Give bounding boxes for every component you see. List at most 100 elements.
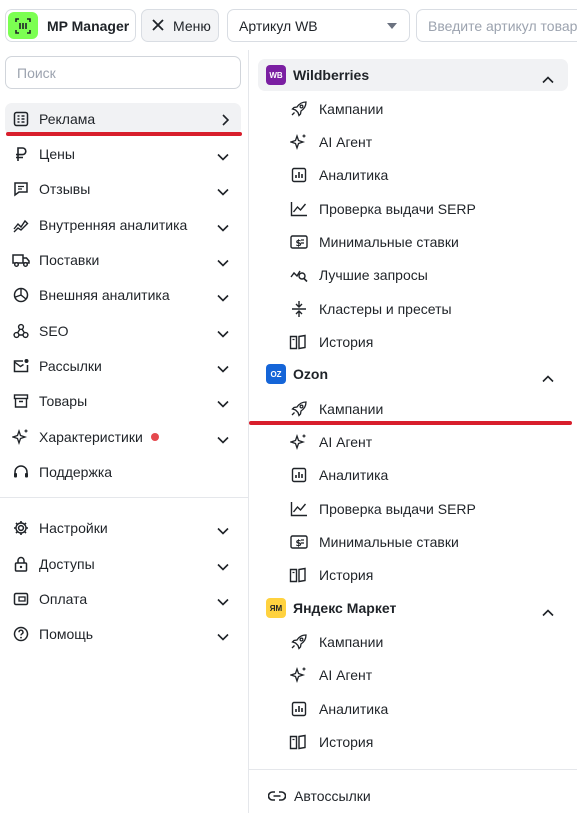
submenu-item-ozon-ai-agent[interactable]: AI Агент bbox=[289, 427, 559, 457]
submenu-item-wb-ai-agent[interactable]: AI Агент bbox=[289, 127, 559, 157]
submenu-item-wb-serp[interactable]: Проверка выдачи SERP bbox=[289, 194, 559, 224]
chevron-down-icon bbox=[217, 628, 229, 644]
line-chart-icon bbox=[289, 499, 309, 519]
submenu-item-label: Аналитика bbox=[319, 467, 389, 483]
sidebar-divider bbox=[0, 497, 248, 498]
split-icon bbox=[289, 299, 309, 319]
group-title: Wildberries bbox=[293, 67, 370, 83]
barcode-logo-icon bbox=[8, 12, 38, 39]
sidebar-item-label: Доступы bbox=[39, 556, 95, 572]
chevron-down-icon bbox=[217, 254, 229, 270]
panel-divider-bottom bbox=[249, 769, 577, 770]
search-trend-icon bbox=[289, 265, 309, 285]
headset-icon bbox=[12, 463, 30, 481]
submenu-item-ozon-history[interactable]: История bbox=[289, 560, 559, 590]
money-icon: $ bbox=[289, 532, 309, 552]
sidebar-item-label: SEO bbox=[39, 323, 69, 339]
sparkle-icon bbox=[289, 132, 309, 152]
help-icon bbox=[12, 625, 30, 643]
chevron-down-icon bbox=[217, 558, 229, 574]
sidebar-item-payment[interactable]: Оплата bbox=[5, 583, 241, 615]
group-title: Ozon bbox=[293, 366, 328, 382]
sidebar-item-label: Поддержка bbox=[39, 464, 113, 480]
autolinks-label: Автоссылки bbox=[294, 788, 371, 804]
submenu-item-ym-history[interactable]: История bbox=[289, 727, 559, 757]
active-item-underline bbox=[6, 132, 242, 136]
link-icon bbox=[268, 790, 286, 802]
submenu-item-label: Кампании bbox=[319, 634, 384, 650]
sidebar-item-products[interactable]: Товары bbox=[5, 385, 241, 417]
sidebar-item-internal-analytics[interactable]: Внутренняя аналитика bbox=[5, 209, 241, 241]
submenu-item-wb-min-bids[interactable]: $ Минимальные ставки bbox=[289, 227, 559, 257]
sidebar-item-characteristics[interactable]: Характеристики bbox=[5, 421, 241, 453]
sidebar-item-deliveries[interactable]: Поставки bbox=[5, 244, 241, 276]
submenu-item-wb-clusters[interactable]: Кластеры и пресеты bbox=[289, 294, 559, 324]
submenu-item-label: Проверка выдачи SERP bbox=[319, 201, 476, 217]
webhook-icon bbox=[12, 322, 30, 340]
sidebar-item-mailings[interactable]: Рассылки bbox=[5, 350, 241, 382]
submenu-item-wb-campaigns[interactable]: Кампании bbox=[289, 94, 559, 124]
submenu-item-wb-best-queries[interactable]: Лучшие запросы bbox=[289, 260, 559, 290]
submenu-item-label: Аналитика bbox=[319, 167, 389, 183]
chevron-down-icon bbox=[217, 395, 229, 411]
chevron-right-icon bbox=[221, 113, 230, 129]
archive-icon bbox=[12, 392, 30, 410]
sidebar-item-prices[interactable]: Цены bbox=[5, 138, 241, 170]
article-input[interactable] bbox=[416, 9, 577, 42]
trend-icon bbox=[12, 216, 30, 234]
brand-button[interactable]: MP Manager bbox=[5, 9, 136, 42]
submenu-item-ym-ai-agent[interactable]: AI Агент bbox=[289, 660, 559, 690]
yandex-market-logo-icon: ЯМ bbox=[266, 598, 286, 618]
sidebar-item-access[interactable]: Доступы bbox=[5, 548, 241, 580]
group-header-wildberries[interactable]: WB Wildberries bbox=[258, 59, 568, 91]
chevron-down-icon bbox=[217, 289, 229, 305]
group-header-yandex-market[interactable]: ЯМ Яндекс Маркет bbox=[258, 592, 568, 624]
chevron-down-icon bbox=[217, 431, 229, 447]
menu-close-button[interactable]: Меню bbox=[141, 9, 219, 42]
submenu-item-label: AI Агент bbox=[319, 667, 373, 683]
svg-text:$: $ bbox=[296, 239, 302, 249]
submenu-item-ozon-serp[interactable]: Проверка выдачи SERP bbox=[289, 494, 559, 524]
top-bar: MP Manager Меню Артикул WB bbox=[0, 0, 577, 50]
submenu-item-ym-campaigns[interactable]: Кампании bbox=[289, 627, 559, 657]
sidebar-item-help[interactable]: Помощь bbox=[5, 618, 241, 650]
sidebar-item-external-analytics[interactable]: Внешняя аналитика bbox=[5, 279, 241, 311]
sidebar-item-reviews[interactable]: Отзывы bbox=[5, 173, 241, 205]
bar-chart-icon bbox=[289, 165, 309, 185]
chevron-down-icon bbox=[217, 593, 229, 609]
highlight-underline bbox=[249, 421, 572, 425]
book-icon bbox=[289, 332, 309, 352]
mail-icon bbox=[12, 357, 30, 375]
group-title: Яндекс Маркет bbox=[293, 600, 397, 616]
sidebar-item-label: Реклама bbox=[39, 111, 96, 127]
sidebar-item-seo[interactable]: SEO bbox=[5, 315, 241, 347]
sidebar-item-ads[interactable]: Реклама bbox=[5, 103, 241, 135]
submenu-item-label: Минимальные ставки bbox=[319, 234, 459, 250]
submenu-item-wb-analytics[interactable]: Аналитика bbox=[289, 160, 559, 190]
submenu-item-wb-history[interactable]: История bbox=[289, 327, 559, 357]
submenu-item-ozon-min-bids[interactable]: $ Минимальные ставки bbox=[289, 527, 559, 557]
sidebar-item-settings[interactable]: Настройки bbox=[5, 512, 241, 544]
sidebar-item-support[interactable]: Поддержка bbox=[5, 456, 241, 488]
chevron-down-icon bbox=[217, 219, 229, 235]
rocket-icon bbox=[289, 632, 309, 652]
book-icon bbox=[289, 565, 309, 585]
sidebar-item-label: Характеристики bbox=[39, 429, 143, 445]
chevron-down-icon bbox=[217, 360, 229, 376]
search-input[interactable] bbox=[5, 56, 241, 89]
marketplace-select[interactable]: Артикул WB bbox=[227, 9, 410, 42]
submenu-item-ym-analytics[interactable]: Аналитика bbox=[289, 694, 559, 724]
bar-chart-icon bbox=[289, 465, 309, 485]
submenu-item-ozon-campaigns[interactable]: Кампании bbox=[289, 394, 559, 424]
sparkle-icon bbox=[12, 428, 30, 446]
sidebar-item-label: Помощь bbox=[39, 626, 94, 642]
submenu-item-ozon-analytics[interactable]: Аналитика bbox=[289, 460, 559, 490]
sidebar-item-label: Настройки bbox=[39, 520, 108, 536]
group-header-ozon[interactable]: OZ Ozon bbox=[258, 358, 568, 390]
marketplace-select-value: Артикул WB bbox=[239, 17, 318, 34]
submenu-item-label: Кампании bbox=[319, 101, 384, 117]
truck-icon bbox=[12, 251, 30, 269]
menu-label: Меню bbox=[173, 17, 211, 34]
submenu-item-label: История bbox=[319, 334, 374, 350]
autolinks-item[interactable]: Автоссылки bbox=[268, 784, 371, 808]
